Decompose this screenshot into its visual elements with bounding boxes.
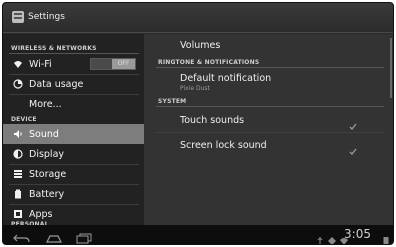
sidebar-item-wifi[interactable]: Wi-Fi OFF bbox=[3, 54, 144, 74]
battery-icon bbox=[13, 189, 23, 199]
sidebar-item-label: Wi-Fi bbox=[29, 58, 52, 70]
sidebar-item-label: More... bbox=[29, 98, 62, 110]
sidebar-item-data-usage[interactable]: Data usage bbox=[3, 74, 144, 94]
storage-icon bbox=[13, 169, 23, 179]
sidebar-item-battery[interactable]: Battery bbox=[3, 184, 144, 204]
blank-icon bbox=[13, 99, 23, 109]
display-icon bbox=[13, 149, 23, 159]
sidebar-item-label: Display bbox=[29, 148, 65, 160]
default-notification-label: Default notification bbox=[180, 73, 272, 84]
apps-icon bbox=[13, 209, 23, 219]
settings-category-list: WIRELESS & NETWORKS Wi-Fi OFF Data usage… bbox=[3, 34, 144, 228]
sidebar-item-label: Storage bbox=[29, 168, 67, 180]
volumes-label: Volumes bbox=[180, 40, 221, 51]
toggle-state-label: OFF bbox=[112, 59, 135, 69]
screen-lock-sound-item[interactable]: Screen lock sound bbox=[144, 133, 379, 157]
action-bar: Settings bbox=[3, 3, 393, 33]
usb-icon bbox=[316, 230, 324, 244]
app-title: Settings bbox=[28, 12, 65, 22]
data-usage-icon bbox=[13, 79, 23, 89]
android-debug-icon bbox=[328, 230, 336, 244]
system-bar: 3:05 bbox=[3, 225, 393, 244]
settings-list-icon[interactable] bbox=[12, 11, 24, 23]
scrollbar[interactable] bbox=[390, 38, 392, 98]
battery-status-icon bbox=[383, 230, 389, 244]
sidebar-item-display[interactable]: Display bbox=[3, 144, 144, 164]
sidebar-item-more[interactable]: More... bbox=[3, 94, 144, 114]
touch-sounds-label: Touch sounds bbox=[180, 115, 245, 126]
wifi-toggle[interactable]: OFF bbox=[90, 58, 136, 70]
sidebar-item-label: Apps bbox=[29, 208, 53, 220]
touch-sounds-item[interactable]: Touch sounds bbox=[144, 107, 379, 131]
section-header-device: DEVICE bbox=[11, 116, 37, 123]
home-icon[interactable] bbox=[45, 229, 63, 243]
wifi-icon bbox=[13, 59, 23, 69]
sidebar-item-label: Sound bbox=[29, 128, 59, 140]
touch-sounds-checkbox[interactable] bbox=[349, 116, 357, 130]
screen-lock-sound-checkbox[interactable] bbox=[349, 141, 357, 155]
sidebar-item-label: Battery bbox=[29, 188, 65, 200]
default-notification-item[interactable]: Default notification Pixie Dust bbox=[144, 68, 379, 96]
device-screen: Settings WIRELESS & NETWORKS Wi-Fi OFF D… bbox=[2, 2, 394, 245]
sound-icon bbox=[13, 129, 23, 139]
back-icon[interactable] bbox=[13, 229, 31, 243]
default-notification-value: Pixie Dust bbox=[180, 85, 210, 92]
volumes-item[interactable]: Volumes bbox=[144, 34, 379, 54]
sidebar-item-sound[interactable]: Sound bbox=[3, 124, 144, 144]
sidebar-item-storage[interactable]: Storage bbox=[3, 164, 144, 184]
sidebar-item-label: Data usage bbox=[29, 78, 84, 90]
section-header-ringtone: RINGTONE & NOTIFICATIONS bbox=[158, 59, 260, 66]
sound-settings-pane: Volumes RINGTONE & NOTIFICATIONS Default… bbox=[144, 34, 393, 227]
recent-apps-icon[interactable] bbox=[75, 229, 93, 244]
status-clock: 3:05 bbox=[344, 227, 371, 241]
section-header-system: SYSTEM bbox=[158, 98, 187, 105]
screen-lock-sound-label: Screen lock sound bbox=[180, 140, 267, 151]
section-header-wireless: WIRELESS & NETWORKS bbox=[11, 45, 97, 52]
